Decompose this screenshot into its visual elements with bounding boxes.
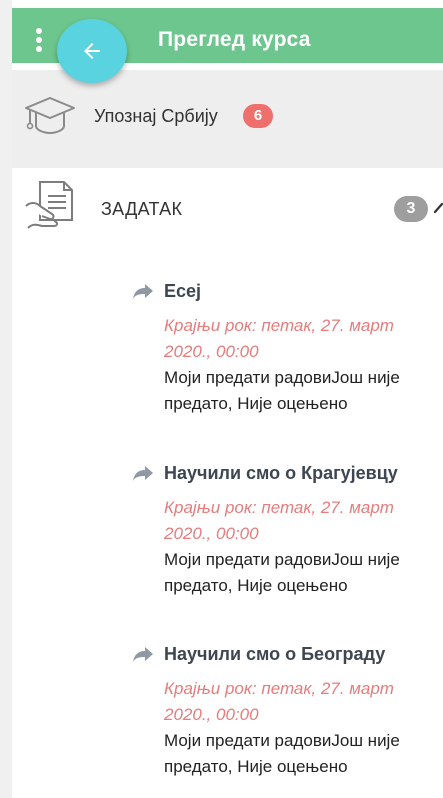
section-title[interactable]: ЗАДАТАК: [101, 199, 182, 220]
course-count-badge: 6: [243, 104, 273, 128]
submission-status: Моји предати радовиЈош није предато, Ниј…: [164, 365, 443, 417]
status-line: Моји предати радовиЈош није: [164, 368, 400, 387]
assignment-title: Научили смо о Београду: [164, 643, 386, 664]
list-item-assignment[interactable]: Научили смо о Београду Крајњи рок: петак…: [132, 642, 443, 780]
share-arrow-icon: [133, 284, 153, 299]
more-vert-icon[interactable]: [34, 28, 44, 54]
course-name: Упознај Србију: [94, 106, 218, 126]
status-line: предато, Није оцењено: [164, 576, 348, 595]
status-line: Моји предати радовиЈош није: [164, 550, 400, 569]
deadline-line: Крајњи рок: петак, 27. март: [164, 679, 394, 698]
list-item-assignment[interactable]: Есеј Крајњи рок: петак, 27. март 2020., …: [132, 279, 443, 417]
deadline-text: Крајњи рок: петак, 27. март 2020., 00:00: [164, 495, 443, 547]
deadline-line: Крајњи рок: петак, 27. март: [164, 498, 394, 517]
status-line: Моји предати радовиЈош није: [164, 731, 400, 750]
submission-status: Моји предати радовиЈош није предато, Ниј…: [164, 547, 443, 599]
status-line: предато, Није оцењено: [164, 394, 348, 413]
deadline-line: 2020., 00:00: [164, 524, 259, 543]
deadline-line: Крајњи рок: петак, 27. март: [164, 316, 394, 335]
assignment-title: Научили смо о Крагујевцу: [164, 462, 398, 483]
deadline-line: 2020., 00:00: [164, 342, 259, 361]
arrow-back-icon: [84, 43, 100, 59]
assignment-hand-icon: [25, 181, 73, 229]
deadline-text: Крајњи рок: петак, 27. март 2020., 00:00: [164, 313, 443, 365]
page-title: Преглед курса: [158, 28, 311, 51]
chevron-up-icon[interactable]: [433, 200, 443, 216]
assignment-title: Есеј: [164, 280, 202, 301]
share-arrow-icon: [133, 466, 153, 481]
list-item-assignment[interactable]: Научили смо о Крагујевцу Крајњи рок: пет…: [132, 461, 443, 599]
deadline-line: 2020., 00:00: [164, 705, 259, 724]
course-row[interactable]: Упознај Србију 6: [12, 70, 443, 168]
status-line: предато, Није оцењено: [164, 757, 348, 776]
course-overview-screen: Преглед курса Упознај Србију 6 ЗАДАТАК 3: [0, 0, 443, 798]
graduation-cap-icon: [25, 97, 75, 135]
submission-status: Моји предати радовиЈош није предато, Ниј…: [164, 728, 443, 780]
left-edge: [0, 0, 12, 798]
deadline-text: Крајњи рок: петак, 27. март 2020., 00:00: [164, 676, 443, 728]
section-count-badge: 3: [394, 196, 428, 222]
share-arrow-icon: [133, 647, 153, 662]
back-button[interactable]: [57, 19, 127, 83]
